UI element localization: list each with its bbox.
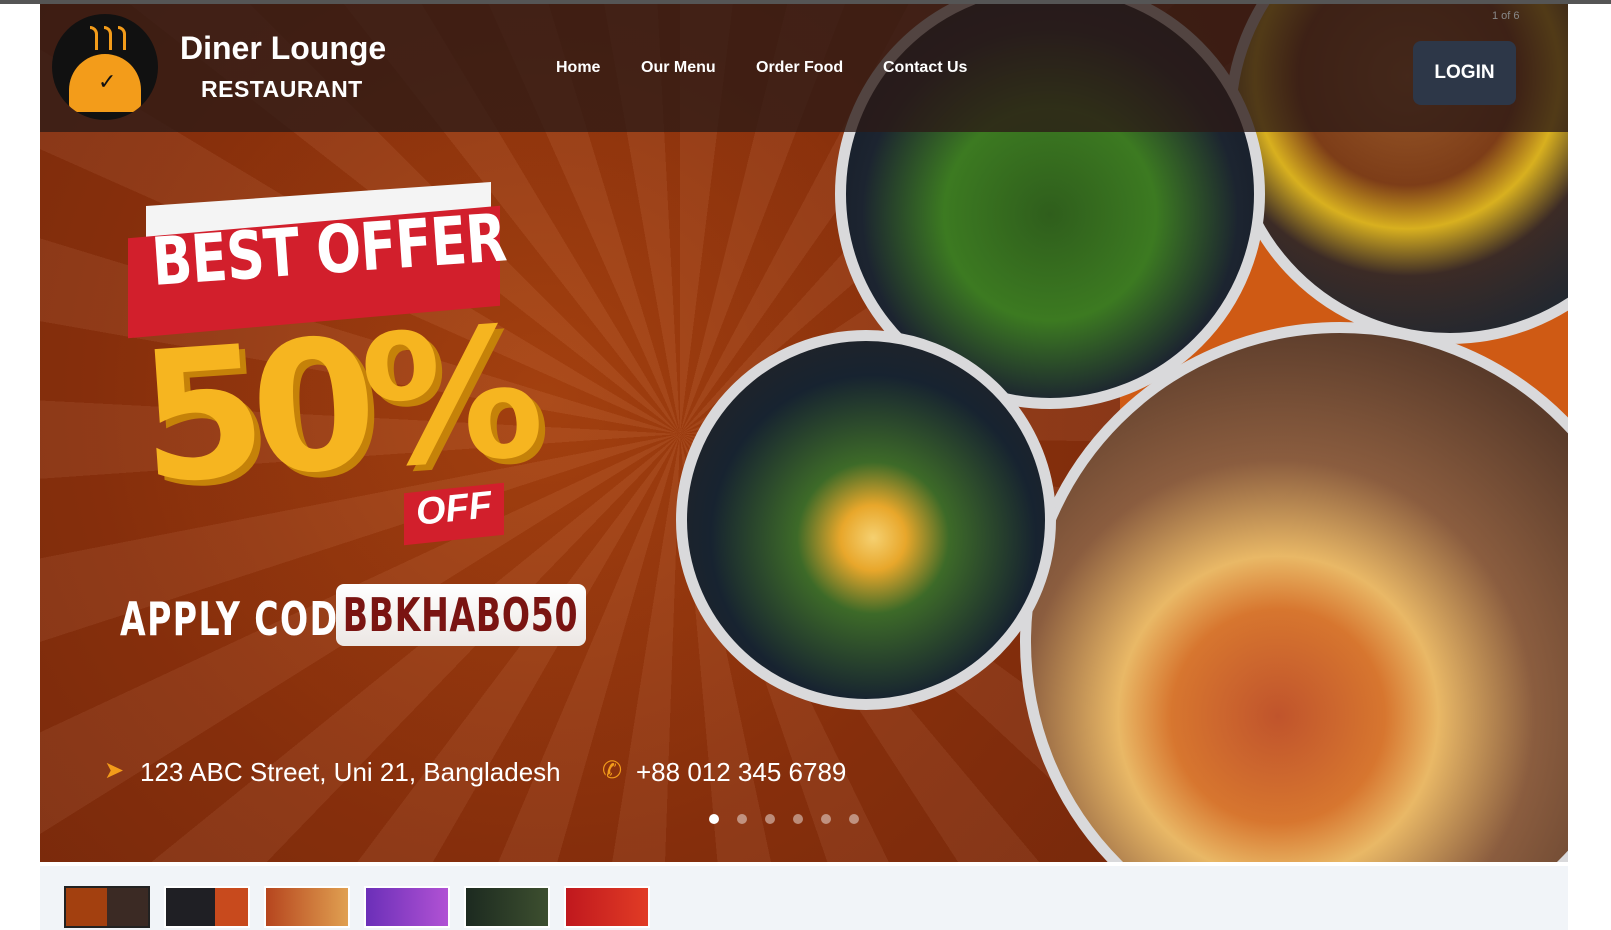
slide-counter: 1 of 6 — [1492, 10, 1520, 22]
slider-dot-3[interactable] — [765, 814, 775, 824]
location-arrow-icon: ➤ — [104, 756, 125, 784]
promo-code: BBKHABO50 — [343, 588, 579, 642]
slider-dot-6[interactable] — [849, 814, 859, 824]
cutlery-icon: ✓ — [98, 70, 117, 95]
off-label: OFF — [413, 484, 494, 534]
thumbnail-5[interactable] — [464, 886, 550, 928]
promo-code-box: BBKHABO50 — [336, 584, 586, 646]
thumbnail-4[interactable] — [364, 886, 450, 928]
slider-dot-2[interactable] — [737, 814, 747, 824]
thumbnail-strip — [40, 866, 1568, 930]
phone-text: +88 012 345 6789 — [636, 757, 847, 787]
brand-subtitle: RESTAURANT — [201, 76, 363, 102]
thumbnail-3[interactable] — [264, 886, 350, 928]
hero-slider: BEST OFFER 50% OFF APPLY CODE BBKHABO50 … — [40, 4, 1568, 862]
egg-toast-photo — [676, 330, 1056, 710]
login-button[interactable]: LOGIN — [1413, 41, 1516, 105]
address-text: 123 ABC Street, Uni 21, Bangladesh — [140, 757, 561, 787]
thumbnail-2[interactable] — [164, 886, 250, 928]
phone-icon: ✆ — [602, 756, 623, 784]
thumbnail-1[interactable] — [64, 886, 150, 928]
slider-dot-4[interactable] — [793, 814, 803, 824]
nav-contact-us[interactable]: Contact Us — [883, 59, 967, 77]
thumbnail-6[interactable] — [564, 886, 650, 928]
brand-name: Diner Lounge — [180, 30, 387, 66]
apply-code-label: APPLY CODE — [120, 592, 363, 646]
slider-dot-5[interactable] — [821, 814, 831, 824]
restaurant-logo[interactable]: ✓ — [52, 14, 158, 120]
nav-order-food[interactable]: Order Food — [756, 59, 843, 77]
slider-dot-1[interactable] — [709, 814, 719, 824]
nav-home[interactable]: Home — [556, 59, 600, 77]
navbar: ✓ Diner Lounge RESTAURANT Home Our Menu … — [40, 4, 1568, 132]
nav-our-menu[interactable]: Our Menu — [641, 59, 716, 77]
